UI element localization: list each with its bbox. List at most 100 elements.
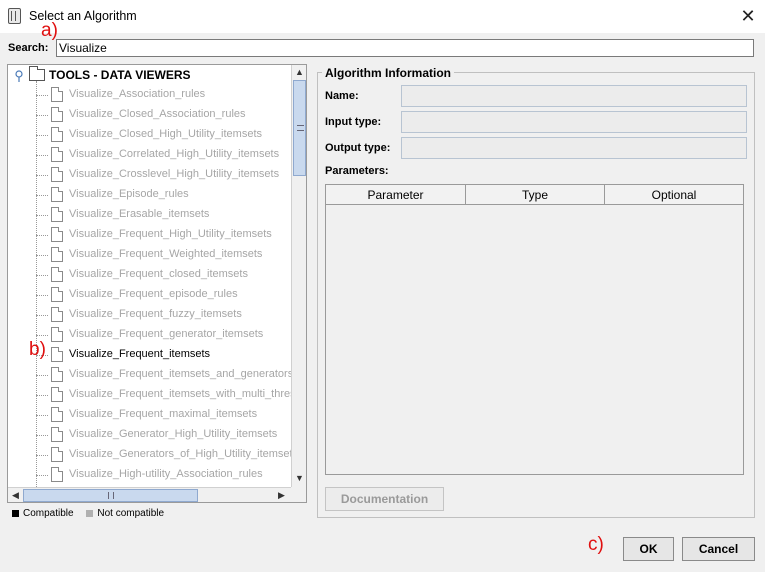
tree-connector [36, 375, 48, 376]
document-icon [51, 107, 63, 122]
tree-connector [36, 195, 48, 196]
column-header-type[interactable]: Type [466, 185, 605, 205]
document-icon [51, 147, 63, 162]
tree-connector [36, 475, 48, 476]
document-icon [51, 207, 63, 222]
document-icon [51, 307, 63, 322]
tree-item[interactable]: Visualize_Generator_High_Utility_itemset… [8, 425, 291, 445]
tree-item-label: Visualize_Frequent_episode_rules [69, 288, 238, 300]
tree-item[interactable]: Visualize_Generators_of_High_Utility_ite… [8, 445, 291, 465]
tree-connector [36, 235, 48, 236]
tree-item[interactable]: Visualize_Frequent_High_Utility_itemsets [8, 225, 291, 245]
tree-item[interactable]: Visualize_Frequent_itemsets [8, 345, 291, 365]
annotation-b: b) [29, 339, 46, 360]
tree-connector [36, 255, 48, 256]
search-label: Search: [8, 42, 49, 54]
tree-connector [36, 175, 48, 176]
name-field[interactable] [401, 85, 747, 107]
tree-item-label: Visualize_Closed_Association_rules [69, 108, 246, 120]
folder-icon [29, 66, 45, 81]
tree-root-label[interactable]: TOOLS - DATA VIEWERS [49, 68, 191, 82]
column-header-parameter[interactable]: Parameter [326, 185, 466, 205]
tree-item[interactable]: Visualize_Frequent_fuzzy_itemsets [8, 305, 291, 325]
tree-item[interactable]: Visualize_Frequent_maximal_itemsets [8, 405, 291, 425]
tree-item[interactable]: Visualize_Closed_High_Utility_itemsets [8, 125, 291, 145]
document-icon [51, 127, 63, 142]
tree-connector [36, 155, 48, 156]
tree-connector [36, 135, 48, 136]
notebook-icon [8, 8, 21, 24]
tree-item-label: Visualize_Frequent_closed_itemsets [69, 268, 248, 280]
input-type-field[interactable] [401, 111, 747, 133]
tree-item[interactable]: Visualize_High-utility_Association_rules [8, 465, 291, 485]
parameters-table[interactable]: Parameter Type Optional [325, 184, 744, 475]
name-label: Name: [325, 90, 359, 102]
scroll-right-arrow-icon[interactable]: ▶ [274, 488, 289, 502]
tree-item-label: Visualize_Frequent_itemsets_with_multi_t… [69, 388, 291, 400]
tree-connector [36, 435, 48, 436]
vertical-scroll-thumb[interactable] [293, 80, 306, 176]
tree-item[interactable]: Visualize_Frequent_itemsets_and_generato… [8, 365, 291, 385]
search-input[interactable] [56, 39, 754, 57]
tree-item[interactable]: Visualize_Closed_Association_rules [8, 105, 291, 125]
tree-item[interactable]: Visualize_Episode_rules [8, 185, 291, 205]
tree-item-label: Visualize_Erasable_itemsets [69, 208, 210, 220]
legend-compatible-label: Compatible [23, 508, 74, 519]
tree-item-label: Visualize_Crosslevel_High_Utility_itemse… [69, 168, 280, 180]
output-type-field[interactable] [401, 137, 747, 159]
tree-connector [36, 215, 48, 216]
ok-button[interactable]: OK [623, 537, 674, 561]
document-icon [51, 247, 63, 262]
scroll-down-arrow-icon[interactable]: ▼ [292, 471, 306, 486]
tree-item-label: Visualize_Frequent_maximal_itemsets [69, 408, 258, 420]
close-icon[interactable]: ✕ [736, 4, 760, 28]
compatibility-legend: Compatible Not compatible [12, 508, 164, 519]
tree-item-label: Visualize_Frequent_fuzzy_itemsets [69, 308, 242, 320]
document-icon [51, 467, 63, 482]
document-icon [51, 387, 63, 402]
tree-item[interactable]: Visualize_Frequent_closed_itemsets [8, 265, 291, 285]
grip-icon [108, 492, 114, 499]
tree-item-label: Visualize_Frequent_itemsets [69, 348, 211, 360]
column-header-optional[interactable]: Optional [605, 185, 744, 205]
document-icon [51, 447, 63, 462]
compatible-swatch [12, 509, 19, 517]
horizontal-scroll-thumb[interactable] [23, 489, 198, 502]
tree-item[interactable]: Visualize_Crosslevel_High_Utility_itemse… [8, 165, 291, 185]
document-icon [51, 407, 63, 422]
tree-item[interactable]: Visualize_Frequent_episode_rules [8, 285, 291, 305]
tree-item[interactable]: Visualize_Frequent_itemsets_with_multi_t… [8, 385, 291, 405]
tree-connector [36, 115, 48, 116]
scroll-left-arrow-icon[interactable]: ◀ [8, 488, 23, 502]
tree-connector [36, 415, 48, 416]
annotation-a: a) [41, 20, 58, 41]
tree-item[interactable]: Visualize_Frequent_Weighted_itemsets [8, 245, 291, 265]
document-icon [51, 427, 63, 442]
tree-connector [36, 315, 48, 316]
algorithm-tree[interactable]: TOOLS - DATA VIEWERS Visualize_Associati… [7, 64, 307, 503]
horizontal-scrollbar[interactable]: ◀ ▶ [8, 487, 291, 502]
tree-connector [36, 335, 48, 336]
tree-item-label: Visualize_Closed_High_Utility_itemsets [69, 128, 262, 140]
tree-item[interactable]: Visualize_Association_rules [8, 85, 291, 105]
scroll-corner [291, 487, 306, 502]
tree-item[interactable]: Visualize_Erasable_itemsets [8, 205, 291, 225]
document-icon [51, 167, 63, 182]
tree-item-label: Visualize_Generators_of_High_Utility_ite… [69, 448, 291, 460]
tree-item-label: Visualize_High-utility_Association_rules [69, 468, 263, 480]
tree-item-label: Visualize_Episode_rules [69, 188, 189, 200]
document-icon [51, 187, 63, 202]
annotation-c: c) [588, 534, 604, 555]
tree-collapse-handle-icon[interactable] [15, 70, 23, 82]
tree-connector [36, 95, 48, 96]
tree-item[interactable]: Visualize_Frequent_generator_itemsets [8, 325, 291, 345]
tree-item[interactable]: Visualize_Correlated_High_Utility_itemse… [8, 145, 291, 165]
vertical-scrollbar[interactable]: ▲ ▼ [291, 65, 306, 487]
output-type-label: Output type: [325, 142, 391, 154]
documentation-button[interactable]: Documentation [325, 487, 444, 511]
tree-item-label: Visualize_Generator_High_Utility_itemset… [69, 428, 278, 440]
cancel-button[interactable]: Cancel [682, 537, 755, 561]
tree-connector [36, 455, 48, 456]
scroll-up-arrow-icon[interactable]: ▲ [292, 65, 306, 80]
document-icon [51, 367, 63, 382]
